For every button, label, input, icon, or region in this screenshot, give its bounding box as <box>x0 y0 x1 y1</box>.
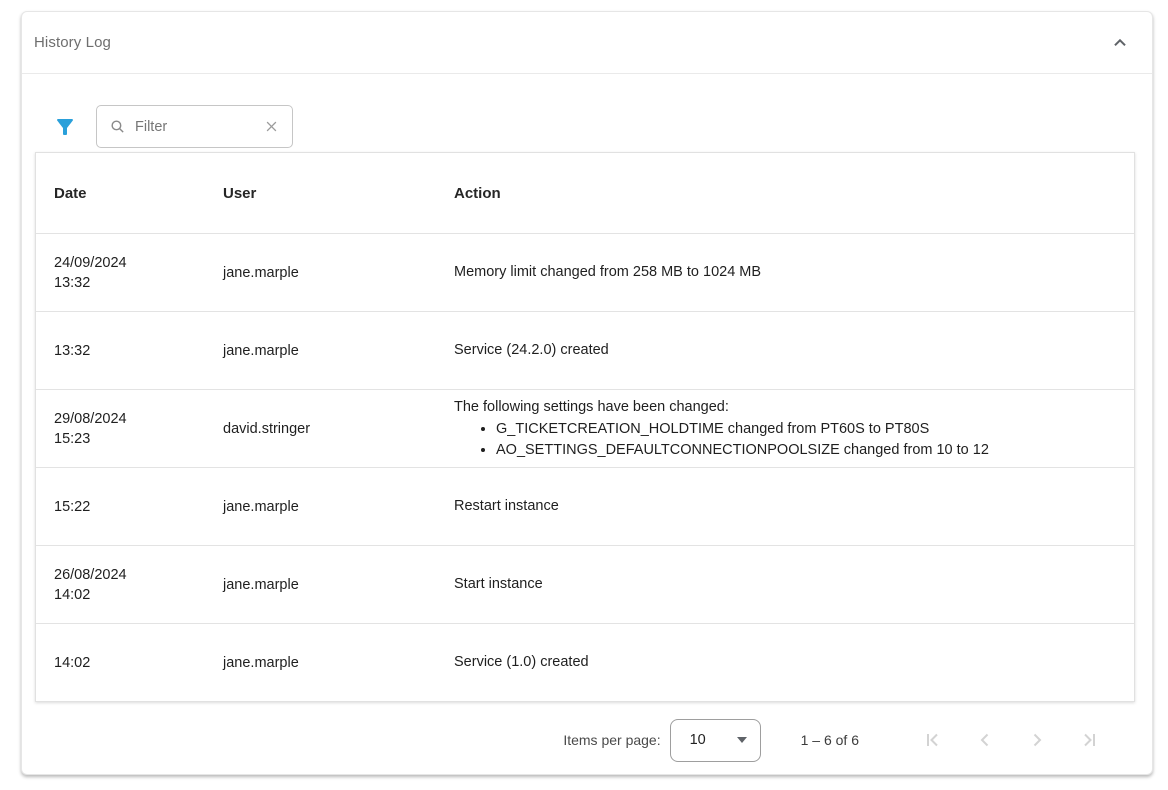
first-page-icon <box>921 728 945 752</box>
cell-action: Service (24.2.0) created <box>454 340 1116 361</box>
table-row: 29/08/202415:23 david.stringer The follo… <box>36 389 1134 467</box>
cell-action: The following settings have been changed… <box>454 397 1116 461</box>
page-size-select[interactable]: 10 <box>670 719 761 762</box>
column-header-user: User <box>223 185 454 202</box>
cell-date: 14:02 <box>54 653 223 673</box>
previous-page-icon <box>973 728 997 752</box>
clear-filter-button[interactable] <box>260 116 282 138</box>
cell-user: jane.marple <box>223 265 454 281</box>
page-size-value: 10 <box>690 732 706 748</box>
table-body: 24/09/202413:32 jane.marple Memory limit… <box>36 233 1134 701</box>
cell-date: 26/08/202414:02 <box>54 565 223 605</box>
cell-date: 24/09/202413:32 <box>54 253 223 293</box>
cell-action: Memory limit changed from 258 MB to 1024… <box>454 262 1116 283</box>
filter-funnel-icon <box>53 115 77 139</box>
cell-action: Restart instance <box>454 496 1116 517</box>
cell-date: 29/08/202415:23 <box>54 409 223 449</box>
filter-toggle-button[interactable] <box>53 115 77 139</box>
column-header-action: Action <box>454 185 1116 202</box>
history-table: Date User Action 24/09/202413:32 jane.ma… <box>35 152 1135 702</box>
table-header-row: Date User Action <box>36 153 1134 233</box>
cell-user: jane.marple <box>223 577 454 593</box>
first-page-button[interactable] <box>913 720 953 760</box>
cell-user: jane.marple <box>223 655 454 671</box>
history-log-card: History Log <box>21 11 1153 775</box>
range-label: 1 – 6 of 6 <box>801 732 859 748</box>
last-page-icon <box>1077 728 1101 752</box>
chevron-down-icon <box>737 737 747 743</box>
cell-action: Start instance <box>454 574 1116 595</box>
last-page-button[interactable] <box>1069 720 1109 760</box>
filter-input[interactable] <box>135 119 260 135</box>
next-page-button[interactable] <box>1017 720 1057 760</box>
cell-action: Service (1.0) created <box>454 652 1116 673</box>
table-row: 15:22 jane.marple Restart instance <box>36 467 1134 545</box>
table-row: 13:32 jane.marple Service (24.2.0) creat… <box>36 311 1134 389</box>
search-icon <box>109 118 126 135</box>
collapse-panel-button[interactable] <box>1106 29 1134 57</box>
previous-page-button[interactable] <box>965 720 1005 760</box>
next-page-icon <box>1025 728 1049 752</box>
table-row: 26/08/202414:02 jane.marple Start instan… <box>36 545 1134 623</box>
chevron-up-icon <box>1109 32 1131 54</box>
cell-date: 13:32 <box>54 341 223 361</box>
close-icon <box>264 119 279 134</box>
cell-date: 15:22 <box>54 497 223 517</box>
column-header-date: Date <box>54 185 223 202</box>
paginator: Items per page: 10 1 – 6 of 6 <box>35 702 1139 778</box>
cell-user: jane.marple <box>223 499 454 515</box>
filter-input-wrapper <box>96 105 293 148</box>
table-row: 14:02 jane.marple Service (1.0) created <box>36 623 1134 701</box>
cell-user: jane.marple <box>223 343 454 359</box>
panel-title: History Log <box>34 34 111 51</box>
card-body: Date User Action 24/09/202413:32 jane.ma… <box>22 74 1152 778</box>
cell-user: david.stringer <box>223 421 454 437</box>
table-row: 24/09/202413:32 jane.marple Memory limit… <box>36 233 1134 311</box>
filter-row <box>35 105 1139 148</box>
card-header: History Log <box>22 12 1152 74</box>
items-per-page-label: Items per page: <box>563 732 660 748</box>
